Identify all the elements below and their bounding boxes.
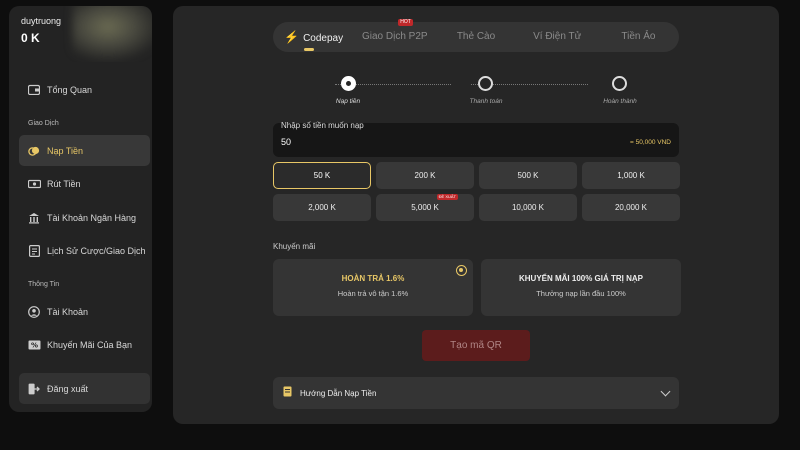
radio-selected-icon[interactable]: [456, 265, 467, 276]
progress-steps: Nạp tiền Thanh toán Hoàn thành: [313, 76, 653, 112]
amount-options: 50 K 200 K 500 K 1,000 K 2,000 K 5,000 K…: [273, 162, 680, 221]
step-label: Nạp tiền: [335, 98, 361, 105]
hot-badge: HOT: [398, 19, 413, 26]
promotion-subtitle: Hoàn trả vô tận 1.6%: [337, 289, 409, 298]
section-label-transactions: Giao Dịch: [28, 120, 59, 127]
sidebar: duytruong 0 K Tổng Quan Giao Dịch Nạp Ti…: [9, 6, 152, 412]
bank-icon: [27, 211, 41, 225]
amount-option-label: 5,000 K: [411, 203, 439, 212]
amount-label: Nhập số tiền muốn nạp: [281, 121, 364, 130]
sidebar-item-label: Rút Tiền: [47, 178, 81, 189]
step-indicator-payment: [478, 76, 493, 91]
svg-text:%: %: [30, 341, 37, 349]
tab-label: Codepay: [303, 33, 344, 44]
step-label: Hoàn thành: [603, 98, 637, 105]
sidebar-item-overview[interactable]: Tổng Quan: [19, 74, 150, 105]
percent-icon: %: [27, 338, 41, 352]
sidebar-item-label: Lịch Sử Cược/Giao Dịch: [47, 245, 146, 256]
cash-icon: [27, 177, 41, 191]
amount-converted: = 50,000 VND: [629, 139, 671, 146]
step-label: Thanh toán: [469, 98, 503, 105]
bolt-icon: ⚡: [284, 30, 300, 44]
create-qr-button[interactable]: Tạo mã QR: [422, 330, 530, 361]
tab-label: Giao Dịch P2P: [362, 31, 428, 42]
history-icon: [27, 244, 41, 258]
sidebar-item-label: Nạp Tiền: [47, 145, 84, 156]
promotion-cashback[interactable]: HOÀN TRẢ 1.6% Hoàn trả vô tận 1.6%: [273, 259, 473, 316]
coins-icon: [27, 144, 41, 158]
amount-option-10000k[interactable]: 10,000 K: [479, 194, 577, 221]
deposit-guide-accordion[interactable]: Hướng Dẫn Nạp Tiền: [273, 377, 679, 409]
amount-option-5000k[interactable]: 5,000 K ĐỀ XUẤT: [376, 194, 474, 221]
sidebar-item-withdraw[interactable]: Rút Tiền: [19, 168, 150, 199]
promotion-title: KHUYẾN MÃI 100% GIÁ TRỊ NẠP: [518, 274, 644, 283]
payment-method-tabs: ⚡ Codepay HOT Giao Dịch P2P Thẻ Cào Ví Đi…: [273, 19, 679, 52]
promotions-title: Khuyến mãi: [273, 242, 316, 251]
logout-icon: [27, 382, 41, 396]
amount-input[interactable]: [281, 137, 481, 147]
sidebar-item-label: Khuyến Mãi Của Bạn: [47, 339, 133, 350]
sidebar-item-bank-account[interactable]: Tài Khoản Ngân Hàng: [19, 202, 150, 233]
section-label-info: Thông Tin: [28, 281, 60, 288]
tab-codepay[interactable]: ⚡ Codepay: [273, 22, 354, 52]
tab-label: Tiền Ảo: [621, 31, 656, 42]
amount-option-20000k[interactable]: 20,000 K: [582, 194, 680, 221]
tab-crypto[interactable]: Tiền Ảo: [598, 22, 679, 52]
user-card: duytruong 0 K: [9, 6, 152, 62]
amount-option-200k[interactable]: 200 K: [376, 162, 474, 189]
sidebar-item-history[interactable]: Lịch Sử Cược/Giao Dịch: [19, 235, 150, 266]
step-indicator-deposit: [341, 76, 356, 91]
balance: 0 K: [21, 31, 40, 45]
amount-field: Nhập số tiền muốn nạp = 50,000 VND: [273, 121, 679, 157]
promotion-first-deposit[interactable]: KHUYẾN MÃI 100% GIÁ TRỊ NẠP Thưởng nạp l…: [481, 259, 681, 316]
user-icon: [27, 305, 41, 319]
amount-option-2000k[interactable]: 2,000 K: [273, 194, 371, 221]
wallet-icon: [27, 83, 41, 97]
promotion-subtitle: Thưởng nạp lần đầu 100%: [536, 289, 626, 298]
deposit-panel: ⚡ Codepay HOT Giao Dịch P2P Thẻ Cào Ví Đi…: [173, 6, 779, 424]
sidebar-item-deposit[interactable]: Nạp Tiền: [19, 135, 150, 166]
guide-label: Hướng Dẫn Nạp Tiền: [300, 388, 377, 398]
tab-label: Ví Điện Tử: [533, 31, 582, 42]
amount-option-50k[interactable]: 50 K: [273, 162, 371, 189]
sidebar-item-account[interactable]: Tài Khoản: [19, 296, 150, 327]
logout-label: Đăng xuất: [47, 383, 89, 394]
amount-option-1000k[interactable]: 1,000 K: [582, 162, 680, 189]
sidebar-item-label: Tổng Quan: [47, 84, 93, 95]
recommended-badge: ĐỀ XUẤT: [436, 194, 458, 200]
tab-p2p[interactable]: HOT Giao Dịch P2P: [354, 19, 435, 52]
promotion-title: HOÀN TRẢ 1.6%: [341, 274, 405, 283]
logout-button[interactable]: Đăng xuất: [19, 373, 150, 404]
tab-scratch-card[interactable]: Thẻ Cào: [435, 22, 516, 52]
document-icon: [283, 386, 292, 400]
sidebar-item-label: Tài Khoản Ngân Hàng: [47, 212, 137, 223]
amount-option-500k[interactable]: 500 K: [479, 162, 577, 189]
tab-e-wallet[interactable]: Ví Điện Tử: [517, 22, 598, 52]
sidebar-item-promotions[interactable]: % Khuyến Mãi Của Bạn: [19, 329, 150, 360]
step-indicator-complete: [612, 76, 627, 91]
tab-label: Thẻ Cào: [456, 31, 496, 42]
sidebar-item-label: Tài Khoản: [47, 306, 89, 317]
username: duytruong: [21, 16, 62, 26]
chevron-down-icon[interactable]: [660, 386, 671, 397]
